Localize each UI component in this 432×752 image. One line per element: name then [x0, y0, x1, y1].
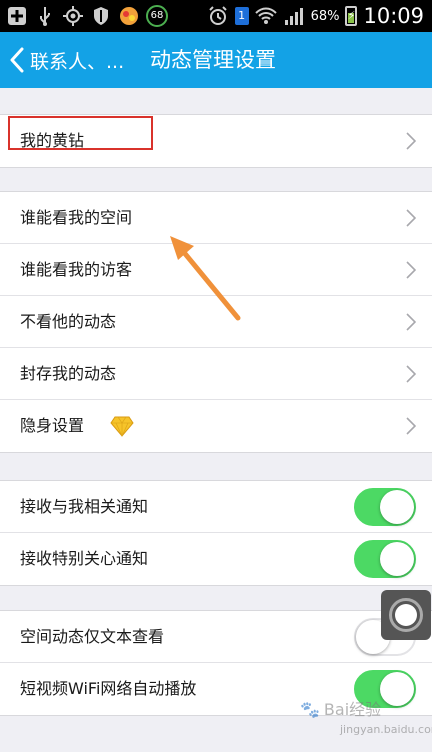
row-invisible-settings[interactable]: 隐身设置: [0, 400, 432, 452]
status-bar: 68 1 68% ⚡ 10:09: [0, 0, 432, 32]
row-who-can-see-visitors[interactable]: 谁能看我的访客: [0, 244, 432, 296]
settings-group-vip: 我的黄钻: [0, 114, 432, 168]
row-label: 接收特别关心通知: [20, 549, 149, 568]
back-arrow-icon: [4, 32, 30, 88]
shield-icon: [90, 5, 112, 27]
signal-icon: [283, 5, 305, 27]
battery-percent: 68%: [310, 8, 340, 24]
add-icon: [6, 5, 28, 27]
settings-group-notifications: 接收与我相关通知 接收特别关心通知: [0, 480, 432, 586]
page-title: 动态管理设置: [150, 48, 276, 72]
video-autoplay-toggle[interactable]: [354, 670, 416, 708]
settings-group-privacy: 谁能看我的空间 谁能看我的访客 不看他的动态 封存我的动态 隐身设置: [0, 191, 432, 453]
wifi-icon: [254, 5, 277, 27]
row-special-care-notifications: 接收特别关心通知: [0, 533, 432, 585]
chevron-right-icon: [406, 132, 416, 150]
title-bar: 联系人、... 动态管理设置: [0, 32, 432, 88]
gps-icon: [62, 5, 84, 27]
row-label: 短视频WiFi网络自动播放: [20, 679, 197, 698]
row-hide-their-feed[interactable]: 不看他的动态: [0, 296, 432, 348]
settings-group-media: 空间动态仅文本查看 短视频WiFi网络自动播放: [0, 610, 432, 716]
status-left-icons: 68: [6, 3, 168, 29]
assist-ring-icon: [389, 598, 423, 632]
status-right-icons: 1 68% ⚡ 10:09: [207, 3, 424, 29]
settings-list: 我的黄钻 谁能看我的空间 谁能看我的访客 不看他的动态 封存我的动态 隐身设置: [0, 88, 432, 752]
chevron-right-icon: [406, 417, 416, 435]
row-who-can-see-space[interactable]: 谁能看我的空间: [0, 192, 432, 244]
chevron-right-icon: [406, 365, 416, 383]
app-notification-icon: [118, 5, 140, 27]
row-label: 我的黄钻: [20, 131, 85, 150]
row-archive-my-feed[interactable]: 封存我的动态: [0, 348, 432, 400]
row-related-notifications: 接收与我相关通知: [0, 481, 432, 533]
related-notifications-toggle[interactable]: [354, 488, 416, 526]
back-label: 联系人、...: [30, 50, 125, 73]
chevron-right-icon: [406, 209, 416, 227]
counter-badge: 68: [146, 5, 168, 27]
row-label: 谁能看我的访客: [20, 260, 133, 279]
row-label: 封存我的动态: [20, 364, 117, 383]
row-yellow-diamond[interactable]: 我的黄钻: [0, 115, 432, 167]
battery-icon: ⚡: [345, 6, 358, 26]
notification-count-badge: 1: [234, 7, 249, 25]
diamond-icon: [110, 416, 134, 437]
row-video-autoplay-wifi: 短视频WiFi网络自动播放: [0, 663, 432, 715]
usb-icon: [34, 5, 56, 27]
row-label: 谁能看我的空间: [20, 208, 133, 227]
chevron-right-icon: [406, 313, 416, 331]
row-text-only-feed: 空间动态仅文本查看: [0, 611, 432, 663]
chevron-right-icon: [406, 261, 416, 279]
back-button[interactable]: 联系人、...: [4, 32, 124, 88]
clock: 10:09: [363, 4, 424, 28]
row-label: 空间动态仅文本查看: [20, 627, 165, 646]
row-label: 接收与我相关通知: [20, 497, 149, 516]
special-care-notifications-toggle[interactable]: [354, 540, 416, 578]
row-label: 不看他的动态: [20, 312, 117, 331]
alarm-icon: [207, 5, 229, 27]
floating-assist-button[interactable]: [381, 590, 431, 640]
row-label: 隐身设置: [20, 416, 85, 435]
